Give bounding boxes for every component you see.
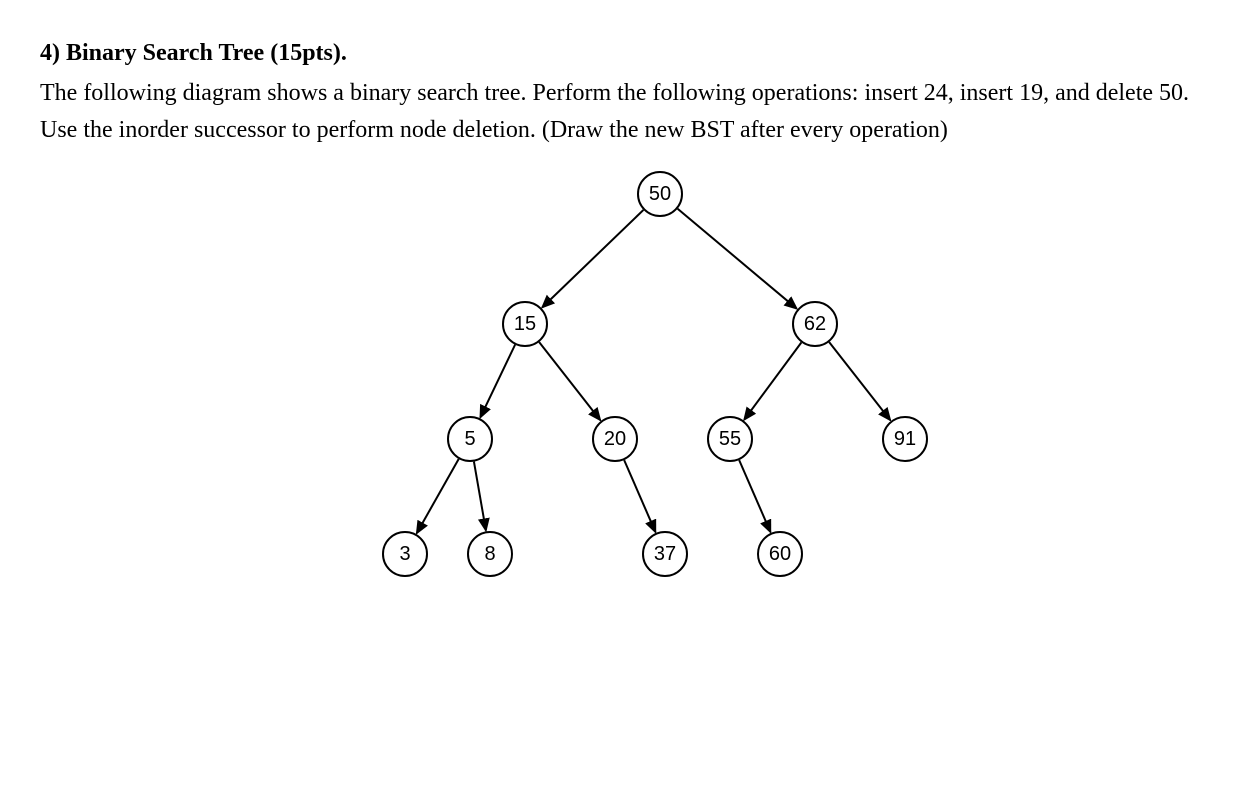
edge-20-37 bbox=[624, 460, 655, 532]
edge-15-20 bbox=[539, 342, 600, 420]
edge-50-15 bbox=[542, 210, 643, 307]
edge-62-55 bbox=[744, 343, 801, 420]
question-title: 4) Binary Search Tree (15pts). bbox=[40, 40, 1211, 67]
bst-diagram: 3581520375055606291 bbox=[360, 169, 960, 599]
edge-55-60 bbox=[739, 460, 770, 532]
edge-5-3 bbox=[417, 459, 459, 533]
edge-15-5 bbox=[480, 345, 515, 418]
edge-62-91 bbox=[829, 342, 890, 420]
question-description: The following diagram shows a binary sea… bbox=[40, 75, 1211, 149]
edge-5-8 bbox=[474, 462, 486, 531]
edge-50-62 bbox=[678, 209, 797, 309]
